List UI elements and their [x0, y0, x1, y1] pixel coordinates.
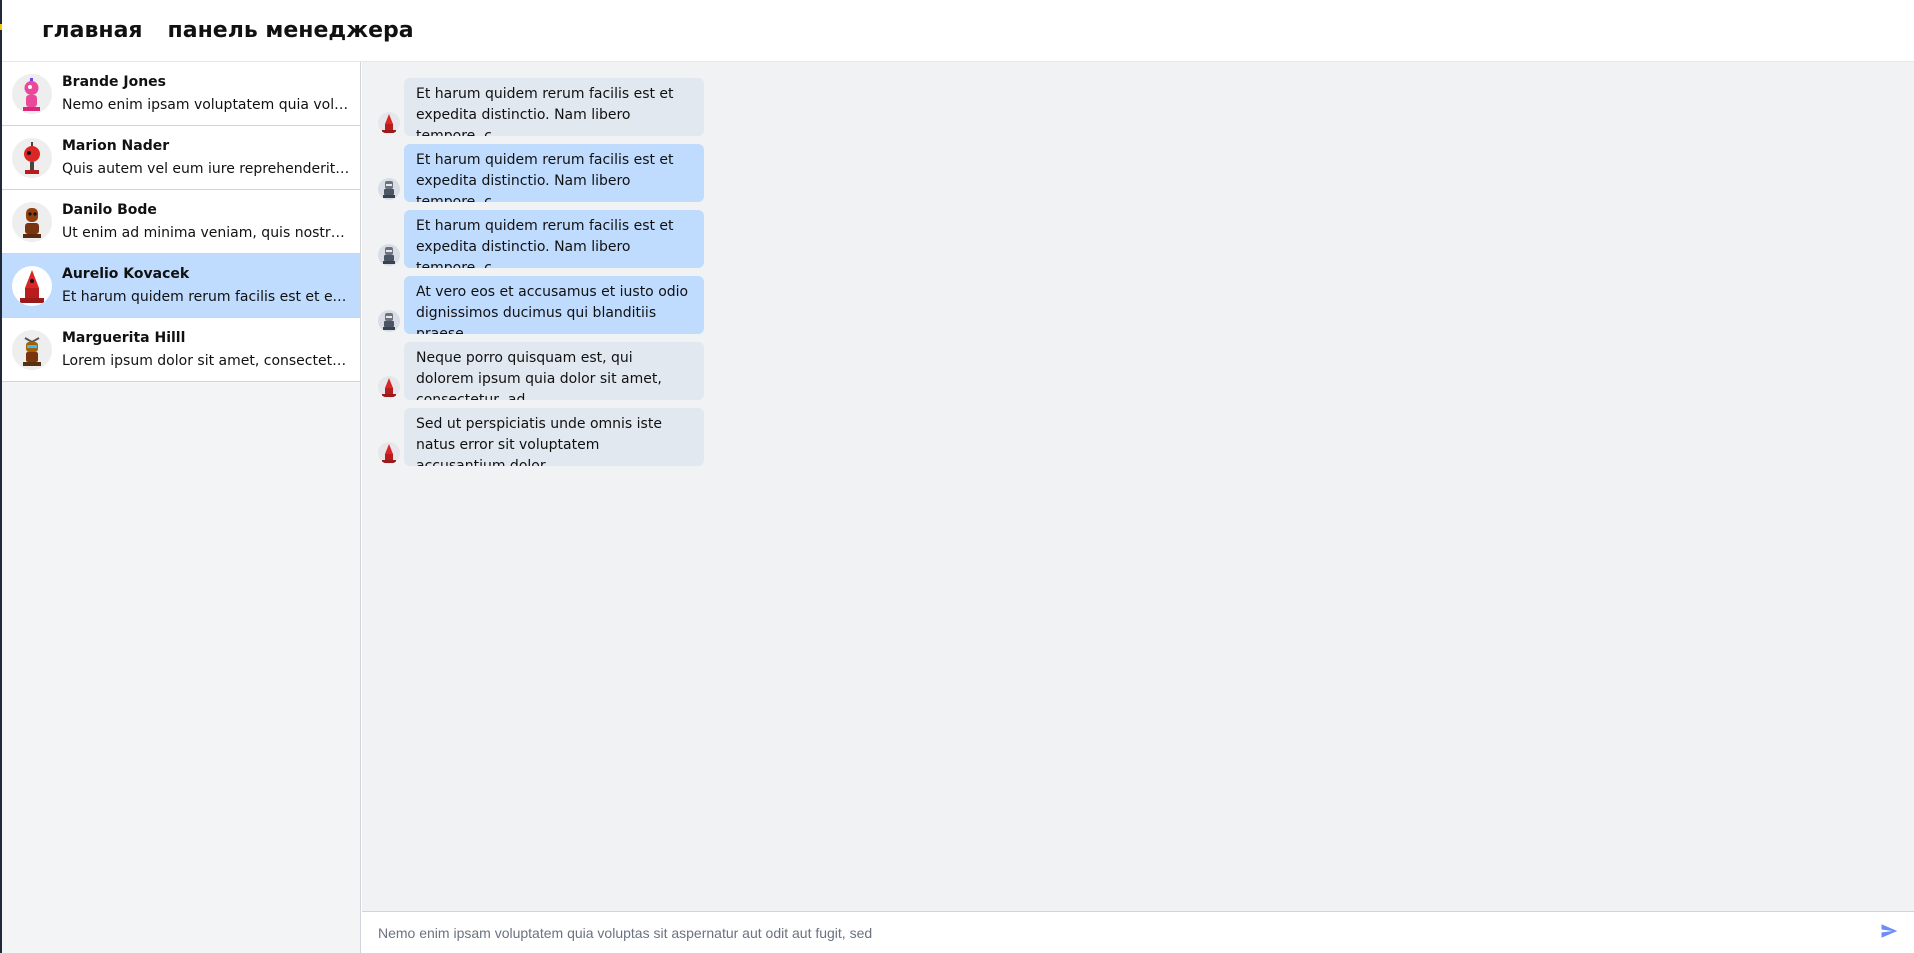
message-bubble: Et harum quidem rerum facilis est et exp…	[404, 210, 704, 268]
message-bubble: Et harum quidem rerum facilis est et exp…	[404, 144, 704, 202]
contact-item[interactable]: Danilo Bode Ut enim ad minima veniam, qu…	[2, 190, 360, 254]
message-item: Neque porro quisquam est, qui dolorem ip…	[378, 342, 1914, 400]
message-item-own: Et harum quidem rerum facilis est et exp…	[378, 144, 1914, 202]
contact-preview: Et harum quidem rerum facilis est et exp…	[62, 288, 352, 305]
contact-name: Danilo Bode	[62, 201, 157, 218]
contact-item[interactable]: Brande Jones Nemo enim ipsam voluptatem …	[2, 62, 360, 126]
red-cone-robot-avatar	[12, 265, 52, 306]
contact-list: Brande Jones Nemo enim ipsam voluptatem …	[2, 62, 361, 953]
contact-name: Marguerita Hilll	[62, 329, 186, 346]
red-robot-avatar	[12, 137, 52, 178]
contact-preview: Nemo enim ipsam voluptatem quia voluptas…	[62, 96, 352, 113]
message-item-own: Et harum quidem rerum facilis est et exp…	[378, 210, 1914, 268]
paper-plane-icon	[1880, 922, 1898, 943]
contact-name: Brande Jones	[62, 73, 167, 90]
message-bubble: Sed ut perspiciatis unde omnis iste natu…	[404, 408, 704, 466]
contact-item-active[interactable]: Aurelio Kovacek Et harum quidem rerum fa…	[2, 254, 360, 318]
chat-panel: Et harum quidem rerum facilis est et exp…	[362, 62, 1914, 911]
message-item-own: At vero eos et accusamus et iusto odio d…	[378, 276, 1914, 334]
pink-robot-avatar	[12, 73, 52, 114]
contact-name: Marion Nader	[62, 137, 170, 154]
message-composer	[362, 911, 1914, 953]
red-cone-robot-avatar	[378, 376, 400, 398]
message-bubble: Neque porro quisquam est, qui dolorem ip…	[404, 342, 704, 400]
message-bubble: Et harum quidem rerum facilis est et exp…	[404, 78, 704, 136]
red-cone-robot-avatar	[378, 112, 400, 134]
contact-preview: Lorem ipsum dolor sit amet, consectetur …	[62, 352, 352, 369]
contact-preview: Ut enim ad minima veniam, quis nostrum e…	[62, 224, 352, 241]
contact-name: Aurelio Kovacek	[62, 265, 190, 282]
contact-item[interactable]: Marguerita Hilll Lorem ipsum dolor sit a…	[2, 318, 360, 382]
grey-robot-avatar	[378, 310, 400, 332]
message-list: Et harum quidem rerum facilis est et exp…	[362, 62, 1914, 466]
grey-robot-avatar	[378, 244, 400, 266]
brown-robot-avatar	[12, 201, 52, 242]
bird-robot-avatar	[12, 329, 52, 370]
contact-item[interactable]: Marion Nader Quis autem vel eum iure rep…	[2, 126, 360, 190]
red-cone-robot-avatar	[378, 442, 400, 464]
send-button[interactable]	[1878, 922, 1900, 944]
message-input[interactable]	[378, 924, 1878, 941]
contact-preview: Quis autem vel eum iure reprehenderit qu…	[62, 160, 352, 177]
top-nav: главная панель менеджера	[2, 0, 1914, 62]
nav-manager-panel-link[interactable]: панель менеджера	[168, 18, 414, 43]
nav-home-link[interactable]: главная	[42, 18, 143, 43]
message-item: Et harum quidem rerum facilis est et exp…	[378, 78, 1914, 136]
message-item: Sed ut perspiciatis unde omnis iste natu…	[378, 408, 1914, 466]
message-bubble: At vero eos et accusamus et iusto odio d…	[404, 276, 704, 334]
grey-robot-avatar	[378, 178, 400, 200]
